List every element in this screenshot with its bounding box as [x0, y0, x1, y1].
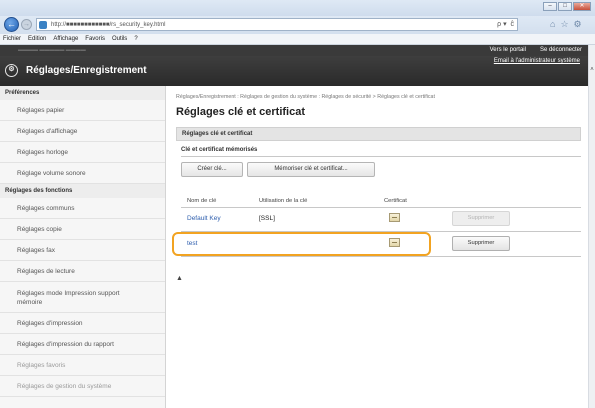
page-icon	[39, 21, 47, 29]
toolbar-icons: ⌂ ☆ ⚙	[550, 18, 582, 31]
settings-gear-icon[interactable]: ⚙	[574, 18, 582, 31]
sidebar-item-volume[interactable]: Réglage volume sonore	[0, 163, 165, 184]
menu-affichage[interactable]: Affichage	[53, 34, 78, 44]
forward-button[interactable]: →	[21, 19, 32, 30]
menu-outils[interactable]: Outils	[112, 34, 127, 44]
page-header: ⚙ Réglages/Enregistrement Email à l'admi…	[0, 56, 588, 86]
key-cert-panel: Réglages clé et certificat Clé et certif…	[176, 127, 581, 177]
register-key-certificate-button[interactable]: Mémoriser clé et certificat...	[247, 162, 375, 177]
browser-titlebar: – □ ✕	[0, 0, 595, 16]
row-divider	[181, 256, 581, 257]
page-scrollbar[interactable]: ˄	[588, 45, 595, 408]
maximize-button[interactable]: □	[558, 2, 572, 11]
menu-fichier[interactable]: Fichier	[3, 34, 21, 44]
key-link-default[interactable]: Default Key	[187, 215, 221, 222]
url-field[interactable]: http://■■■■■■■■■■■■/rs_security_key.html…	[36, 18, 518, 31]
divider	[181, 207, 581, 208]
home-icon[interactable]: ⌂	[550, 18, 555, 31]
column-key-usage: Utilisation de la clé	[259, 198, 308, 204]
browser-menubar: Fichier Edition Affichage Favoris Outils…	[0, 34, 595, 45]
delete-button-default: Supprimer	[452, 211, 510, 226]
sidebar-section-preferences: Préférences	[0, 86, 165, 100]
scroll-up-arrow-icon[interactable]: ˄	[589, 67, 595, 73]
sidebar: Préférences Réglages papier Réglages d'a…	[0, 86, 166, 408]
device-info-placeholder: ▬▬▬▬ ▬▬▬▬▬ ▬▬▬▬	[18, 47, 86, 53]
sidebar-item-paper[interactable]: Réglages papier	[0, 100, 165, 121]
panel-heading: Réglages clé et certificat	[176, 127, 581, 141]
favorites-star-icon[interactable]: ☆	[560, 18, 568, 31]
portal-link[interactable]: Vers le portail	[490, 46, 526, 55]
sidebar-item-copy[interactable]: Réglages copie	[0, 219, 165, 240]
key-usage-default: [SSL]	[259, 215, 275, 222]
logout-link[interactable]: Se déconnecter	[540, 46, 582, 55]
sidebar-section-functions: Réglages des fonctions	[0, 184, 165, 198]
address-bar: ← → http://■■■■■■■■■■■■/rs_security_key.…	[0, 16, 595, 34]
minimize-button[interactable]: –	[543, 2, 557, 11]
sidebar-item-common[interactable]: Réglages communs	[0, 198, 165, 219]
sidebar-item-system-management[interactable]: Réglages de gestion du système	[0, 376, 165, 397]
sidebar-item-favorites[interactable]: Réglages favoris	[0, 355, 165, 376]
back-button[interactable]: ←	[4, 17, 19, 32]
settings-logo-icon: ⚙	[5, 64, 18, 77]
sidebar-item-scan[interactable]: Réglages de lecture	[0, 261, 165, 282]
window-controls: – □ ✕	[543, 2, 591, 11]
action-buttons: Créer clé... Mémoriser clé et certificat…	[181, 162, 581, 177]
column-key-name: Nom de clé	[187, 198, 217, 204]
create-key-button[interactable]: Créer clé...	[181, 162, 243, 177]
menu-favoris[interactable]: Favoris	[85, 34, 105, 44]
column-certificate: Certificat	[384, 198, 407, 204]
menu-edition[interactable]: Edition	[28, 34, 46, 44]
admin-email-link[interactable]: Email à l'administrateur système	[494, 57, 580, 65]
url-text: http://■■■■■■■■■■■■/rs_security_key.html	[51, 22, 166, 28]
menu-help[interactable]: ?	[134, 34, 137, 44]
sidebar-item-display[interactable]: Réglages d'affichage	[0, 121, 165, 142]
sidebar-item-report-print[interactable]: Réglages d'impression du rapport	[0, 334, 165, 355]
page-top-bar: ▬▬▬▬ ▬▬▬▬▬ ▬▬▬▬ Vers le portail Se décon…	[0, 45, 588, 56]
search-refresh-icons[interactable]: ρ ▾ ĉ	[497, 19, 514, 30]
registered-keys-heading: Clé et certificat mémorisés	[181, 147, 258, 153]
header-title: Réglages/Enregistrement	[26, 65, 147, 76]
highlight-callout	[172, 232, 431, 256]
divider	[181, 156, 581, 157]
certificate-icon[interactable]	[389, 213, 400, 222]
sidebar-item-fax[interactable]: Réglages fax	[0, 240, 165, 261]
sidebar-item-clock[interactable]: Réglages horloge	[0, 142, 165, 163]
close-window-button[interactable]: ✕	[573, 2, 591, 11]
delete-button-test[interactable]: Supprimer	[452, 236, 510, 251]
breadcrumb: Réglages/Enregistrement : Réglages de ge…	[176, 94, 435, 100]
sidebar-item-memory-media-print[interactable]: Réglages mode Impression support mémoire	[0, 282, 165, 313]
page-title: Réglages clé et certificat	[176, 106, 306, 118]
back-to-top-icon[interactable]: ▲	[176, 275, 183, 282]
sidebar-item-printer[interactable]: Réglages d'impression	[0, 313, 165, 334]
